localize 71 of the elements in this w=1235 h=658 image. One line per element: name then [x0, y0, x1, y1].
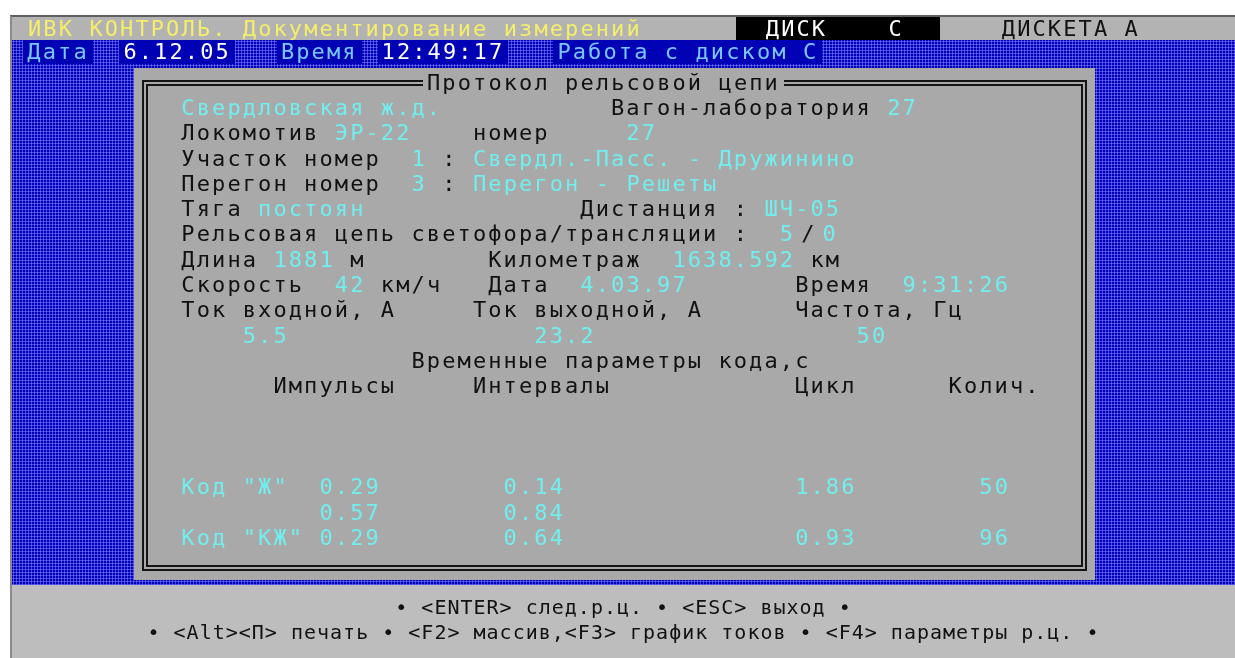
table-cell: 0.29 — [319, 474, 381, 500]
status-label: Дата — [23, 40, 93, 64]
field-value: 9:31:26 — [902, 272, 1010, 298]
field-value: 0 — [822, 221, 838, 247]
field-label: : — [442, 145, 458, 171]
field-value: 3 — [411, 170, 427, 197]
field-label: / — [801, 221, 817, 247]
field-label: Вагон-лаборатория — [611, 95, 872, 121]
field-label: Ток входной, А — [181, 297, 397, 323]
field-label: Длина — [181, 246, 259, 273]
status-value: 12:49:17 — [377, 40, 509, 64]
table-cell: 0.64 — [503, 525, 565, 551]
column-header: Интервалы — [472, 373, 611, 399]
table-cell: 0.29 — [319, 525, 381, 551]
table-cell: 1.86 — [795, 474, 857, 500]
field-label: Частота, Гц — [795, 297, 964, 323]
table-cell: 50 — [979, 474, 1010, 500]
key-hint: • <Alt><П> печать • <F2> массив,<F3> график токов • <F4> параметры р.ц. • — [147, 620, 1100, 645]
field-value: 1881 — [273, 246, 335, 273]
field-value: постоян — [258, 196, 366, 222]
protocol-title: Протокол рельсовой цепи — [426, 70, 781, 95]
field-value: 27 — [626, 120, 658, 146]
drive-tab[interactable]: ДИСК C — [735, 17, 940, 40]
field-value: 1 — [411, 145, 427, 171]
row-label: Код "КЖ" — [181, 525, 305, 551]
field-label: Участок номер — [181, 145, 381, 171]
field-value: 42 — [334, 272, 366, 298]
table-title: Временные параметры кода,с — [411, 347, 811, 374]
status-label: Работа с диском С — [553, 40, 823, 64]
field-label: км — [810, 246, 842, 273]
field-value: 23.2 — [534, 322, 596, 348]
row-label: Код "Ж" — [181, 474, 289, 500]
field-label: м — [350, 246, 366, 273]
column-header: Цикл — [795, 373, 857, 399]
table-cell: 0.57 — [319, 499, 381, 526]
field-value: ШЧ-05 — [764, 196, 842, 222]
field-value: Перегон - Решеты — [472, 170, 719, 197]
field-value: Свердл.-Пасс. - Дружинино — [472, 145, 857, 171]
field-label: : — [442, 170, 458, 197]
field-value: Свердловская ж.д. — [181, 95, 443, 121]
key-hint: • <ENTER> след.р.ц. • <ESC> выход • — [395, 595, 852, 620]
table-cell: 0.14 — [503, 474, 565, 500]
field-label: : — [733, 196, 750, 222]
field-label: Дата — [488, 272, 550, 298]
field-value: 5.5 — [242, 322, 289, 348]
field-label: номер — [472, 120, 550, 146]
column-header: Импульсы — [273, 373, 397, 399]
field-label: : — [733, 221, 750, 247]
field-label: Перегон номер — [181, 170, 381, 197]
field-value: 4.03.97 — [580, 272, 688, 298]
field-label: Ток выходной, А — [472, 297, 704, 323]
field-value: 1638.592 — [672, 246, 796, 273]
field-label: Тяга — [181, 196, 243, 222]
table-cell: 0.84 — [503, 499, 565, 526]
field-label: Локомотив — [181, 120, 320, 146]
status-label: Время — [276, 40, 362, 64]
table-cell: 0.93 — [795, 525, 857, 551]
column-header: Колич. — [948, 373, 1041, 399]
status-value: 6.12.05 — [119, 40, 235, 64]
table-cell: 96 — [979, 525, 1010, 551]
field-label: Время — [795, 272, 872, 298]
app-title: ИВК КОНТРОЛЬ. Документирование измерений — [28, 17, 642, 40]
field-value: 50 — [856, 322, 888, 348]
field-label: Скорость — [181, 272, 305, 298]
field-label: Дистанция — [580, 196, 719, 222]
field-value: 27 — [887, 95, 918, 121]
field-label: Километраж — [488, 246, 642, 273]
field-value: ЭР-22 — [334, 120, 412, 146]
field-label: Рельсовая цепь светофора/трансляции — [181, 221, 719, 247]
field-value: 5 — [779, 221, 796, 247]
field-label: км/ч — [380, 272, 443, 298]
